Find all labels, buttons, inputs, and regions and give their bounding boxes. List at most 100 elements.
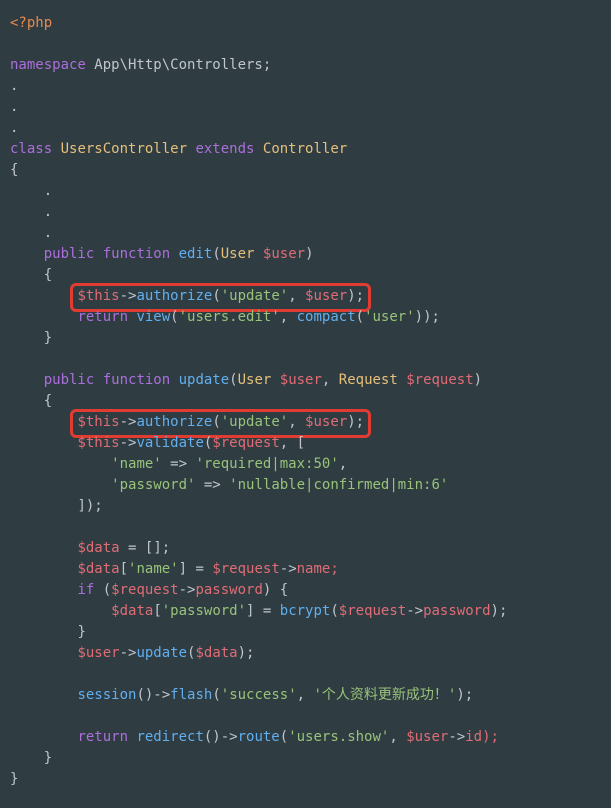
paren-close: ); <box>456 687 473 703</box>
user-var: $user <box>305 288 347 304</box>
ellipsis-dot: . <box>44 225 52 241</box>
paren-close: ) <box>305 246 313 262</box>
extends-keyword: extends <box>195 141 254 157</box>
users-show-string: 'users.show' <box>288 729 389 745</box>
paren-close: ) <box>474 372 482 388</box>
paren-close: )); <box>415 309 440 325</box>
bracket-open: [ <box>297 435 305 451</box>
chain-call: ()-> <box>204 729 238 745</box>
redirect-fn: redirect <box>128 729 204 745</box>
flash-fn: flash <box>170 687 212 703</box>
flash-message: '个人资料更新成功！' <box>313 687 456 703</box>
name-rule: 'required|max:50' <box>195 456 338 472</box>
brace-close: } <box>77 624 85 640</box>
arrow-op: -> <box>179 582 196 598</box>
arrow-op: -> <box>280 561 297 577</box>
namespace-keyword: namespace <box>10 57 86 73</box>
view-fn: view <box>128 309 170 325</box>
user-string: 'user' <box>364 309 415 325</box>
user-var: $user <box>406 729 448 745</box>
request-var: $request <box>212 435 279 451</box>
password-key: 'password' <box>162 603 246 619</box>
password-prop: password <box>195 582 262 598</box>
brace-close: } <box>10 771 18 787</box>
this-var: $this <box>77 288 119 304</box>
validate-fn: validate <box>136 435 203 451</box>
brace-open: { <box>44 267 52 283</box>
paren-close: ); <box>238 645 255 661</box>
ellipsis-dot: . <box>10 78 18 94</box>
comma: , <box>288 288 305 304</box>
arrow-op: -> <box>120 435 137 451</box>
comma: , <box>322 372 339 388</box>
highlight-box-1: $this->authorize('update', $user); <box>70 283 371 312</box>
bracket-open: [ <box>153 603 161 619</box>
this-var: $this <box>77 435 119 451</box>
authorize-fn: authorize <box>136 288 212 304</box>
update-method: update <box>136 645 187 661</box>
brace-open: { <box>44 393 52 409</box>
paren-open: ( <box>212 687 220 703</box>
comma: , <box>280 309 297 325</box>
arrow-op: -> <box>120 288 137 304</box>
arrow-op: -> <box>120 645 137 661</box>
this-var: $this <box>77 414 119 430</box>
ellipsis-dot: . <box>10 120 18 136</box>
brace-close: } <box>44 750 52 766</box>
request-var: $request <box>339 603 406 619</box>
if-keyword: if <box>77 582 94 598</box>
fat-arrow: => <box>162 456 196 472</box>
brace-close: } <box>44 330 52 346</box>
bracket-open: [ <box>120 561 128 577</box>
paren-open: ( <box>212 288 220 304</box>
comma: , <box>339 456 347 472</box>
paren-close: ); <box>491 603 508 619</box>
password-key: 'password' <box>111 477 195 493</box>
fat-arrow: => <box>195 477 229 493</box>
request-var: $request <box>406 372 473 388</box>
paren-open: ( <box>212 246 220 262</box>
function-keyword: function <box>94 372 170 388</box>
user-type: User <box>221 246 263 262</box>
bracket-close: ]); <box>77 498 102 514</box>
arrow-op: -> <box>406 603 423 619</box>
update-string: 'update' <box>221 414 288 430</box>
name-prop: name; <box>297 561 339 577</box>
user-type: User <box>238 372 280 388</box>
base-class: Controller <box>254 141 347 157</box>
comma: , <box>280 435 297 451</box>
public-keyword: public <box>44 246 95 262</box>
user-var: $user <box>305 414 347 430</box>
paren-close: ); <box>347 288 364 304</box>
request-var: $request <box>212 561 279 577</box>
comma: , <box>288 414 305 430</box>
route-fn: route <box>238 729 280 745</box>
brace-open: { <box>10 162 18 178</box>
arrow-op: -> <box>120 414 137 430</box>
public-keyword: public <box>44 372 95 388</box>
bracket-close-eq: ] = <box>179 561 213 577</box>
function-keyword: function <box>94 246 170 262</box>
data-var: $data <box>111 603 153 619</box>
comma: , <box>297 687 314 703</box>
compact-fn: compact <box>297 309 356 325</box>
authorize-fn: authorize <box>136 414 212 430</box>
bracket-close-eq: ] = <box>246 603 280 619</box>
highlight-box-2: $this->authorize('update', $user); <box>70 409 371 438</box>
bcrypt-fn: bcrypt <box>280 603 331 619</box>
comma: , <box>389 729 406 745</box>
code-block: <?php namespace App\Http\Controllers; . … <box>0 0 611 803</box>
name-key: 'name' <box>111 456 162 472</box>
data-var: $data <box>77 540 119 556</box>
eq-op: = <box>120 540 145 556</box>
paren-open: ( <box>280 729 288 745</box>
return-keyword: return <box>77 309 128 325</box>
name-key: 'name' <box>128 561 179 577</box>
ellipsis-dot: . <box>44 183 52 199</box>
request-type: Request <box>339 372 406 388</box>
paren-open: ( <box>229 372 237 388</box>
session-fn: session <box>77 687 136 703</box>
paren-open: ( <box>330 603 338 619</box>
paren-open: ( <box>212 414 220 430</box>
password-rule: 'nullable|confirmed|min:6' <box>229 477 448 493</box>
